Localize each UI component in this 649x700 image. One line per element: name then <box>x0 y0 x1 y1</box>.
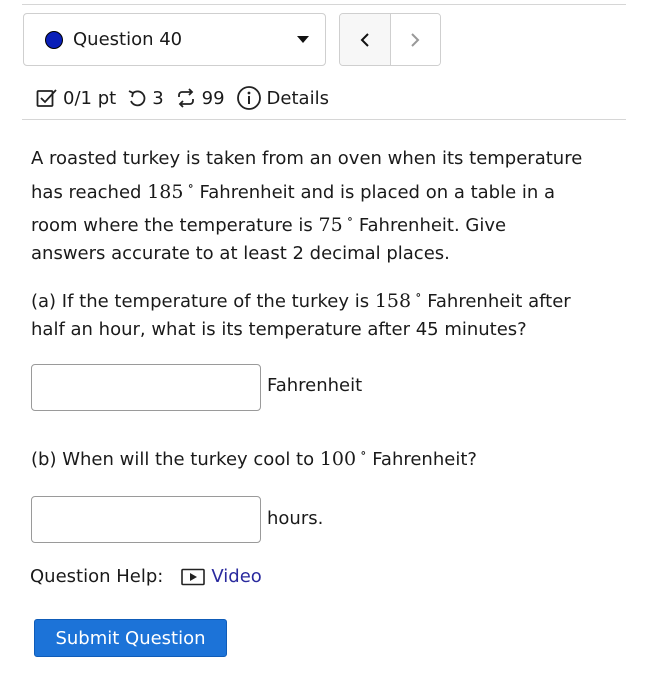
submit-question-button[interactable]: Submit Question <box>34 619 227 657</box>
part-a-line-1: (a) If the temperature of the turkey is … <box>31 288 571 312</box>
chevron-right-icon <box>411 32 420 47</box>
details-text: Details <box>266 87 329 109</box>
meta-divider <box>22 119 626 120</box>
versions-group: 99 <box>175 88 225 109</box>
score-group: 0/1 pt <box>36 88 116 109</box>
part-b-answer-input[interactable] <box>31 496 261 543</box>
top-divider <box>22 4 626 5</box>
question-help: Question Help: Video <box>30 566 262 587</box>
repeat-icon <box>175 88 197 108</box>
problem-line-4: answers accurate to at least 2 decimal p… <box>31 242 450 264</box>
caret-down-icon <box>297 36 309 43</box>
info-icon <box>236 85 262 111</box>
problem-line-3: room where the temperature is 75 ∘ Fahren… <box>31 212 507 236</box>
question-help-label: Question Help: <box>30 566 164 587</box>
undo-icon <box>127 88 147 108</box>
versions-text: 99 <box>201 87 225 109</box>
part-a-unit: Fahrenheit <box>267 375 363 396</box>
previous-question-button[interactable] <box>340 14 391 65</box>
details-link[interactable]: Details <box>236 85 329 111</box>
part-b-line-1: (b) When will the turkey cool to 100 ∘ Fa… <box>31 446 477 470</box>
submit-question-label: Submit Question <box>55 627 206 649</box>
video-play-icon <box>181 568 206 586</box>
question-nav <box>339 13 441 66</box>
part-b-text: (b) When will the turkey cool to 100 ∘ Fa… <box>31 440 631 474</box>
page: Question 40 0/1 pt 3 99 Details A roaste… <box>0 0 649 700</box>
target-temp-value: 100 <box>319 448 357 470</box>
video-link[interactable]: Video <box>181 566 262 587</box>
question-select[interactable]: Question 40 <box>23 13 326 66</box>
part-a-line-2: half an hour, what is its temperature af… <box>31 318 527 340</box>
video-link-text: Video <box>211 566 262 587</box>
score-text: 0/1 pt <box>63 87 117 109</box>
question-select-label: Question 40 <box>73 29 183 50</box>
initial-temp-value: 185 <box>147 180 184 203</box>
chevron-left-icon <box>360 32 369 47</box>
part-a-text: (a) If the temperature of the turkey is … <box>31 282 631 343</box>
attempts-group: 3 <box>127 87 164 109</box>
problem-line-1: A roasted turkey is taken from an oven w… <box>31 148 583 169</box>
checkbox-icon <box>36 88 58 108</box>
temp-half-hour-value: 158 <box>374 290 412 312</box>
room-temp-value: 75 <box>318 214 343 236</box>
part-a-answer-input[interactable] <box>31 364 261 411</box>
next-question-button[interactable] <box>390 14 440 65</box>
status-dot-icon <box>45 30 63 49</box>
problem-statement: A roasted turkey is taken from an oven w… <box>31 145 631 267</box>
question-meta: 0/1 pt 3 99 Details <box>36 84 340 112</box>
problem-line-2: has reached 185 ∘ Fahrenheit and is place… <box>31 178 556 203</box>
attempts-text: 3 <box>152 87 164 109</box>
part-b-unit: hours. <box>267 508 324 529</box>
